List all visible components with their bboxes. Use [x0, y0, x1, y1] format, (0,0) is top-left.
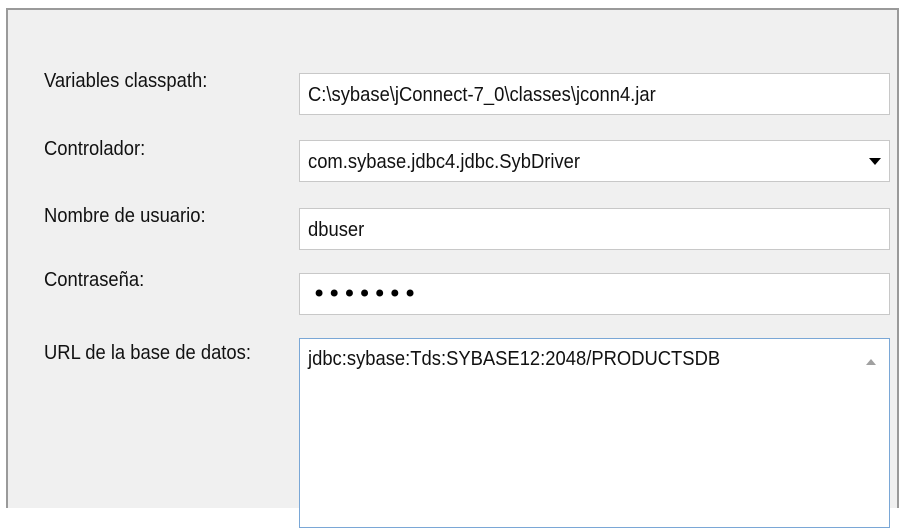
password-mask: •••••••: [312, 280, 419, 308]
scroll-up-icon[interactable]: [866, 359, 876, 365]
database-url-label: URL de la base de datos:: [44, 342, 251, 364]
username-input[interactable]: dbuser: [299, 208, 890, 250]
driver-label: Controlador:: [44, 138, 146, 160]
database-url-textarea[interactable]: jdbc:sybase:Tds:SYBASE12:2048/PRODUCTSDB: [299, 338, 890, 528]
driver-select[interactable]: com.sybase.jdbc4.jdbc.SybDriver: [299, 140, 890, 182]
textarea-scrollbar[interactable]: [852, 339, 889, 527]
classpath-input[interactable]: C:\sybase\jConnect-7_0\classes\jconn4.ja…: [299, 73, 890, 115]
driver-value: com.sybase.jdbc4.jdbc.SybDriver: [308, 151, 581, 173]
username-value: dbuser: [308, 219, 365, 241]
chevron-down-icon[interactable]: [869, 158, 881, 165]
classpath-value: C:\sybase\jConnect-7_0\classes\jconn4.ja…: [308, 84, 656, 106]
password-input[interactable]: •••••••: [299, 273, 890, 315]
connection-settings-panel: Variables classpath: C:\sybase\jConnect-…: [6, 8, 899, 528]
password-label: Contraseña:: [44, 269, 145, 291]
database-url-value: jdbc:sybase:Tds:SYBASE12:2048/PRODUCTSDB: [308, 348, 721, 370]
classpath-label: Variables classpath:: [44, 70, 208, 92]
username-label: Nombre de usuario:: [44, 205, 206, 227]
